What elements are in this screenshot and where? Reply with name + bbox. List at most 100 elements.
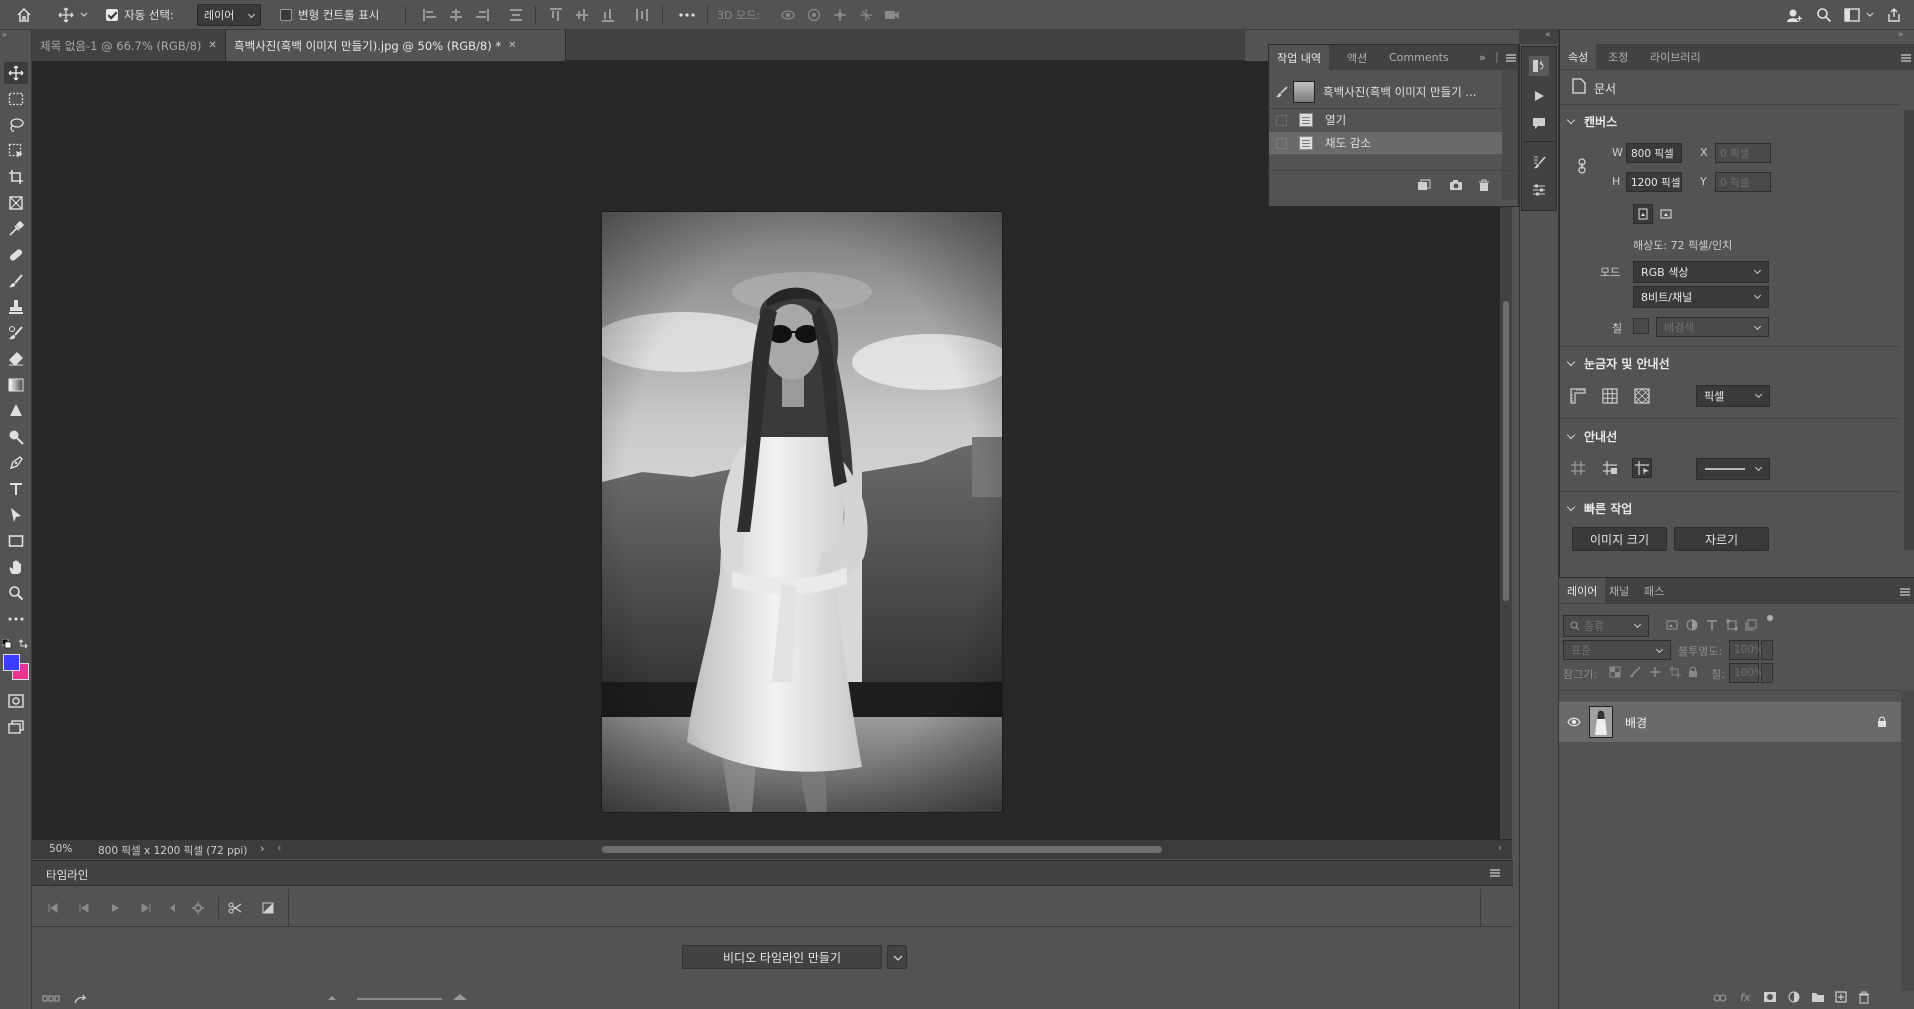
image-size-button[interactable]: 이미지 크기 xyxy=(1572,527,1667,551)
filter-smart-object-icon[interactable] xyxy=(1745,619,1757,631)
collapse-toolbar-icon[interactable]: » xyxy=(2,30,7,39)
layer-lock-icon[interactable] xyxy=(1877,716,1887,728)
tab-actions[interactable]: 액션 xyxy=(1339,45,1375,70)
convert-frame-animation-icon[interactable] xyxy=(42,995,60,1003)
history-item-open[interactable]: 열기 xyxy=(1269,109,1502,131)
swap-colors-icon[interactable] xyxy=(18,639,28,649)
zoom-level[interactable]: 50% xyxy=(49,843,72,855)
quick-actions-section-header[interactable]: 빠른 작업 xyxy=(1566,500,1632,517)
crop-tool-icon[interactable] xyxy=(4,166,28,188)
filter-pixel-icon[interactable] xyxy=(1666,620,1678,630)
horizontal-scroll-thumb[interactable] xyxy=(602,846,1162,853)
align-middle-v-icon[interactable] xyxy=(570,0,594,30)
create-video-timeline-button[interactable]: 비디오 타임라인 만들기 xyxy=(682,945,882,969)
align-left-icon[interactable] xyxy=(418,0,442,30)
foreground-color-swatch[interactable] xyxy=(3,654,20,671)
timeline-zoom-slider[interactable] xyxy=(357,998,442,1000)
delete-state-icon[interactable] xyxy=(1478,179,1490,192)
move-tool-icon[interactable] xyxy=(4,62,28,84)
audio-icon[interactable] xyxy=(163,899,181,917)
render-video-icon[interactable] xyxy=(74,994,88,1004)
properties-scrollbar[interactable] xyxy=(1904,110,1914,550)
filter-type-icon[interactable] xyxy=(1706,619,1718,631)
create-snapshot-icon[interactable] xyxy=(1449,179,1463,191)
filter-shape-icon[interactable] xyxy=(1726,619,1738,631)
history-snapshot[interactable]: 흑백사진(흑백 이미지 만들기 ... xyxy=(1269,77,1502,107)
blur-tool-icon[interactable] xyxy=(4,400,28,422)
opacity-field[interactable]: 100% xyxy=(1729,640,1764,660)
tab-properties[interactable]: 속성 xyxy=(1560,44,1597,69)
3d-slide-icon[interactable] xyxy=(854,0,878,30)
link-layers-icon[interactable] xyxy=(1713,994,1727,1002)
crop-button[interactable]: 자르기 xyxy=(1674,527,1769,551)
brush-settings-icon[interactable] xyxy=(1529,152,1549,172)
link-dimensions-icon[interactable] xyxy=(1577,158,1587,174)
history-state-check[interactable] xyxy=(1276,114,1287,126)
type-tool-icon[interactable] xyxy=(4,478,28,500)
y-field[interactable]: 0 픽셀 xyxy=(1715,172,1771,192)
search-icon[interactable] xyxy=(1812,0,1836,30)
lasso-tool-icon[interactable] xyxy=(4,114,28,136)
delete-layer-icon[interactable] xyxy=(1858,991,1870,1004)
tab-paths[interactable]: 패스 xyxy=(1636,578,1672,603)
quick-mask-icon[interactable] xyxy=(4,690,28,712)
zoom-in-timeline-icon[interactable] xyxy=(452,993,468,1001)
tab-libraries[interactable]: 라이브러리 xyxy=(1642,44,1709,69)
3d-orbit-icon[interactable] xyxy=(776,0,800,30)
history-state-check[interactable] xyxy=(1276,137,1287,149)
scroll-right-icon[interactable]: › xyxy=(1498,841,1502,854)
lock-position-icon[interactable] xyxy=(1649,666,1661,678)
tab-comments[interactable]: Comments xyxy=(1381,45,1457,70)
smart-guides-icon[interactable] xyxy=(1632,458,1652,478)
add-mask-icon[interactable] xyxy=(1763,991,1777,1003)
fill-slider-toggle[interactable] xyxy=(1761,663,1773,683)
history-item-desaturate[interactable]: 채도 감소 xyxy=(1269,132,1502,154)
more-options-icon[interactable] xyxy=(675,0,699,30)
panel-menu-icon[interactable] xyxy=(1489,868,1501,878)
panel-menu-icon[interactable] xyxy=(1505,53,1517,63)
frame-tool-icon[interactable] xyxy=(4,192,28,214)
hand-tool-icon[interactable] xyxy=(4,556,28,578)
healing-brush-tool-icon[interactable] xyxy=(4,244,28,266)
tab-adjustments[interactable]: 조정 xyxy=(1600,44,1636,69)
auto-select-checkbox[interactable]: 자동 선택: xyxy=(106,0,174,30)
show-guides-icon[interactable] xyxy=(1568,458,1588,478)
close-tab-icon[interactable]: ✕ xyxy=(508,40,516,51)
lock-transparent-pixels-icon[interactable] xyxy=(1609,666,1621,678)
go-to-first-frame-icon[interactable] xyxy=(44,899,62,917)
document-image[interactable] xyxy=(602,212,1002,812)
move-tool-preset-icon[interactable] xyxy=(54,0,78,30)
canvas-section-header[interactable]: 캔버스 xyxy=(1566,113,1617,130)
tab-untitled-1[interactable]: 제목 없음-1 @ 66.7% (RGB/8) ✕ xyxy=(32,30,226,61)
pen-tool-icon[interactable] xyxy=(4,452,28,474)
layer-row-background[interactable]: 배경 xyxy=(1559,702,1901,742)
ruler-icon[interactable] xyxy=(1568,386,1588,406)
share-icon[interactable] xyxy=(1882,0,1906,30)
gradient-tool-icon[interactable] xyxy=(4,374,28,396)
tab-channels[interactable]: 채널 xyxy=(1601,578,1637,603)
blend-mode-dropdown[interactable]: 표준 xyxy=(1563,640,1671,660)
scroll-left-icon[interactable]: ‹ xyxy=(277,841,281,854)
3d-drag-icon[interactable] xyxy=(828,0,852,30)
distribute-horizontal-icon[interactable] xyxy=(630,0,654,30)
lock-artboard-icon[interactable] xyxy=(1669,666,1681,678)
share-user-icon[interactable] xyxy=(1782,0,1806,30)
transform-controls-checkbox[interactable]: 변형 컨트롤 표시 xyxy=(280,0,379,30)
zoom-out-timeline-icon[interactable] xyxy=(327,995,337,1001)
marquee-tool-icon[interactable] xyxy=(4,88,28,110)
transition-icon[interactable] xyxy=(259,899,277,917)
next-frame-icon[interactable] xyxy=(137,899,155,917)
close-tab-icon[interactable]: ✕ xyxy=(208,40,216,51)
align-center-h-icon[interactable] xyxy=(444,0,468,30)
chevron-down-icon[interactable] xyxy=(80,0,88,30)
history-panel-icon[interactable] xyxy=(1529,56,1549,76)
x-field[interactable]: 0 픽셀 xyxy=(1715,143,1771,163)
status-menu-arrow-icon[interactable]: › xyxy=(260,842,264,855)
color-mode-dropdown[interactable]: RGB 색상 xyxy=(1633,261,1769,283)
tab-layers[interactable]: 레이어 xyxy=(1559,578,1606,603)
ruler-units-dropdown[interactable]: 픽셀 xyxy=(1696,385,1770,407)
visibility-eye-icon[interactable] xyxy=(1567,717,1581,727)
panel-menu-icon[interactable] xyxy=(1899,587,1911,597)
guide-style-dropdown[interactable] xyxy=(1696,458,1770,480)
bit-depth-dropdown[interactable]: 8비트/채널 xyxy=(1633,286,1769,308)
